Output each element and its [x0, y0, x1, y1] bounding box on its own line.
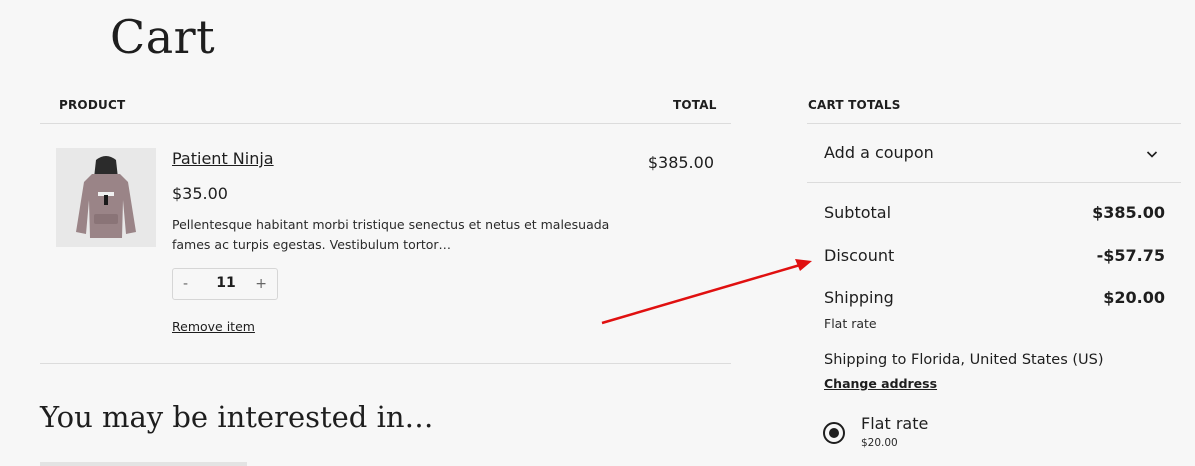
coupon-divider	[807, 182, 1181, 183]
annotation-arrow-icon	[601, 259, 812, 325]
line-item-total: $385.00	[647, 153, 714, 172]
total-column-header: TOTAL	[673, 98, 717, 112]
product-description: Pellentesque habitant morbi tristique se…	[172, 217, 610, 252]
quantity-stepper: - 11 +	[172, 268, 278, 300]
radio-selected-dot	[829, 428, 839, 438]
hoodie-image-icon	[56, 148, 156, 247]
product-column-header: PRODUCT	[59, 98, 126, 112]
product-thumbnail[interactable]	[56, 148, 156, 247]
add-coupon-toggle[interactable]: Add a coupon	[824, 143, 934, 162]
decrease-quantity-button[interactable]: -	[183, 276, 188, 292]
totals-header-divider	[807, 123, 1181, 124]
shipping-label: Shipping	[824, 288, 894, 307]
page-title: Cart	[110, 10, 216, 64]
shipping-option-price: $20.00	[861, 437, 898, 449]
table-header-divider	[40, 123, 731, 124]
shipping-option-label[interactable]: Flat rate	[861, 414, 928, 433]
cart-totals-heading: CART TOTALS	[808, 98, 901, 112]
chevron-down-icon[interactable]	[1144, 146, 1160, 162]
table-bottom-divider	[40, 363, 731, 364]
related-products-heading: You may be interested in…	[40, 400, 434, 434]
product-name-link[interactable]: Patient Ninja	[172, 149, 274, 168]
shipping-destination: Shipping to Florida, United States (US)	[824, 352, 1104, 368]
increase-quantity-button[interactable]: +	[255, 276, 267, 292]
related-product-thumbnail[interactable]	[40, 462, 247, 466]
discount-value: -$57.75	[1096, 246, 1165, 265]
discount-label: Discount	[824, 246, 895, 265]
subtotal-label: Subtotal	[824, 203, 892, 222]
change-address-link[interactable]: Change address	[824, 376, 937, 391]
shipping-value: $20.00	[1103, 288, 1165, 307]
quantity-input[interactable]: 11	[203, 275, 249, 291]
product-price: $35.00	[172, 184, 228, 203]
subtotal-value: $385.00	[1092, 203, 1165, 222]
remove-item-link[interactable]: Remove item	[172, 319, 255, 334]
shipping-method: Flat rate	[824, 316, 877, 331]
flat-rate-radio[interactable]	[823, 422, 845, 444]
